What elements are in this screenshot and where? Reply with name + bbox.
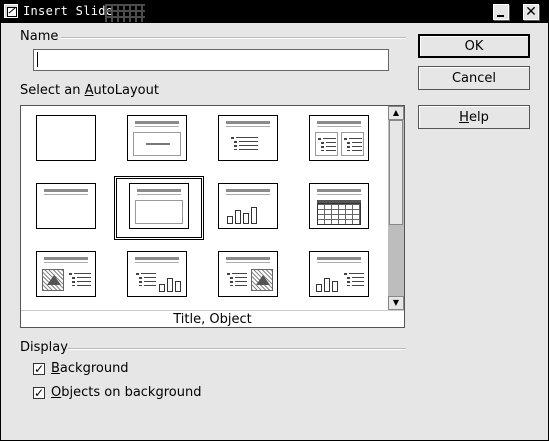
background-checkbox[interactable]: ✓ [33, 362, 45, 376]
layout-subtitle-line [146, 143, 170, 145]
layout-thumb-title-text[interactable] [218, 115, 278, 161]
ok-button[interactable]: OK [418, 34, 530, 58]
layout-bullets [344, 272, 364, 286]
close-glyph: ✕ [525, 4, 537, 20]
layout-title-bar [317, 126, 361, 127]
layout-title-bar [317, 189, 361, 192]
help-mnemonic: H [459, 110, 469, 125]
insert-slide-dialog: Insert Slide ✕ Name Select an AutoLayout… [0, 0, 549, 441]
layout-thumb-title-2-text[interactable] [309, 115, 369, 161]
scroll-down-glyph: ▼ [392, 298, 400, 307]
display-group-separator [68, 348, 406, 350]
layout-left-box [315, 132, 338, 156]
title-bar-pattern [105, 4, 145, 22]
layout-title-bar [317, 194, 361, 195]
name-input[interactable] [33, 49, 389, 71]
selected-layout-caption: Title, Object [21, 310, 404, 328]
layout-title-bar [226, 257, 270, 260]
scroll-up-arrow-icon[interactable]: ▲ [388, 106, 404, 120]
layout-thumb-title-table[interactable] [309, 183, 369, 229]
layout-bullets [318, 137, 336, 151]
layout-chart-bars [227, 206, 271, 224]
objects-on-background-label[interactable]: Objects on background [51, 385, 201, 400]
layout-thumb-blank-slide[interactable] [36, 115, 96, 161]
layout-title-bar [137, 189, 181, 192]
layout-chart-bars [316, 274, 340, 292]
display-label: Display [20, 340, 68, 355]
name-label: Name [20, 29, 59, 44]
layout-thumb-title-clipart-text[interactable] [36, 251, 96, 297]
layout-title-bar [44, 257, 88, 260]
checkmark-icon: ✓ [34, 386, 45, 400]
layout-title-bar [226, 194, 270, 195]
layout-title-bar [226, 262, 270, 263]
autolayout-panel: ▲ ▼ Title, Object [20, 105, 405, 328]
help-suffix: elp [468, 110, 489, 125]
background-label-suffix: ackground [59, 361, 129, 376]
layout-clipart [42, 269, 64, 291]
layout-bullets [136, 272, 156, 286]
autolayout-label: Select an AutoLayout [20, 83, 159, 98]
layout-thumb-title-chart[interactable] [218, 183, 278, 229]
layout-title-bar [317, 121, 361, 124]
layout-thumb-title-only[interactable] [36, 183, 96, 229]
layout-title-bar [44, 262, 88, 263]
layout-title-bar [135, 257, 179, 260]
background-mnemonic: B [51, 361, 60, 376]
help-button[interactable]: Help [418, 105, 530, 129]
layout-title-bar [137, 194, 181, 195]
layout-bullets [231, 136, 271, 150]
minimize-icon[interactable] [493, 4, 509, 20]
layout-title-bar [317, 257, 361, 260]
layout-object-box [135, 200, 183, 224]
autolayout-grid [21, 106, 388, 310]
layout-title-bar [226, 189, 270, 192]
layout-right-box [341, 132, 364, 156]
layout-thumb-title-object[interactable] [129, 183, 189, 229]
layout-table-grid [317, 203, 361, 225]
layout-title-bar [317, 262, 361, 263]
layout-thumb-title-text-clipart[interactable] [218, 251, 278, 297]
autolayout-label-prefix: Select an [20, 83, 85, 98]
background-label[interactable]: Background [51, 361, 129, 376]
layout-clipart [251, 269, 273, 291]
layout-thumb-title-slide[interactable] [127, 115, 187, 161]
layout-thumb-title-chart-text[interactable] [309, 251, 369, 297]
layout-bullets [69, 272, 91, 286]
objects-on-background-mnemonic: O [51, 385, 62, 400]
autolayout-label-suffix: utoLayout [93, 83, 159, 98]
layout-scrollbar[interactable]: ▲ ▼ [388, 106, 404, 310]
layout-subtitle-box [133, 132, 181, 156]
layout-title-bar [135, 126, 179, 127]
cancel-button[interactable]: Cancel [418, 66, 530, 90]
system-menu-icon[interactable] [4, 4, 18, 18]
layout-bullets [344, 137, 362, 151]
scroll-up-glyph: ▲ [392, 108, 400, 117]
layout-title-bar [226, 126, 270, 127]
close-icon[interactable]: ✕ [523, 4, 539, 20]
objects-on-background-checkbox[interactable]: ✓ [33, 386, 45, 400]
layout-title-bar [44, 189, 88, 192]
text-cursor [37, 52, 38, 67]
objects-on-background-label-suffix: bjects on background [61, 385, 202, 400]
layout-title-bar [135, 262, 179, 263]
layout-title-bar [226, 121, 270, 124]
checkmark-icon: ✓ [34, 362, 45, 376]
scroll-down-arrow-icon[interactable]: ▼ [388, 296, 404, 310]
layout-bullets [227, 272, 247, 286]
title-bar[interactable]: Insert Slide ✕ [1, 1, 548, 23]
scrollbar-thumb[interactable] [389, 120, 403, 225]
layout-thumb-title-text-chart[interactable] [127, 251, 187, 297]
window-title: Insert Slide [23, 4, 114, 18]
layout-chart-bars [159, 274, 183, 292]
name-group-separator [61, 37, 406, 39]
layout-title-bar [44, 194, 88, 195]
layout-title-bar [135, 121, 179, 124]
